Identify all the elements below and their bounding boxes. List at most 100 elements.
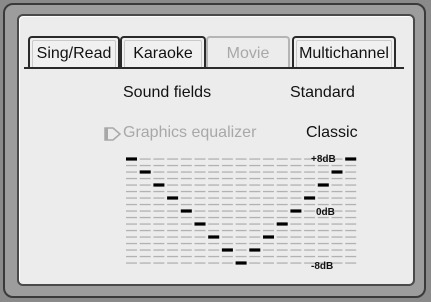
- eq-grid-segment: [263, 229, 274, 232]
- eq-band-level-marker[interactable]: [180, 209, 192, 213]
- eq-grid-segment: [276, 203, 288, 206]
- eq-grid-segment: [235, 242, 247, 245]
- eq-grid-segment: [126, 210, 137, 212]
- eq-grid-segment: [221, 223, 233, 225]
- eq-band-level-marker[interactable]: [194, 222, 206, 226]
- eq-grid-segment: [317, 223, 329, 225]
- eq-grid-segment: [194, 255, 206, 258]
- tab-karaoke[interactable]: Karaoke: [120, 36, 206, 69]
- eq-grid-segment: [345, 255, 357, 258]
- eq-grid-segment: [276, 197, 288, 199]
- eq-grid-segment: [167, 171, 179, 173]
- tab-movie[interactable]: Movie: [206, 36, 290, 69]
- eq-grid-segment: [317, 171, 329, 173]
- eq-grid-segment: [263, 249, 274, 251]
- eq-grid-segment: [317, 236, 329, 238]
- eq-band-level-marker[interactable]: [235, 261, 247, 265]
- eq-band-level-marker[interactable]: [331, 170, 343, 174]
- tab-label: Karaoke: [133, 44, 193, 62]
- eq-grid-segment: [208, 223, 220, 225]
- eq-band-level-marker[interactable]: [304, 196, 316, 200]
- eq-grid-segment: [139, 184, 151, 186]
- eq-grid-segment: [235, 164, 247, 167]
- eq-grid-segment: [126, 171, 137, 173]
- eq-grid-segment: [290, 242, 302, 245]
- eq-grid-segment: [249, 171, 261, 173]
- eq-grid-segment: [345, 236, 357, 238]
- eq-band-level-marker[interactable]: [276, 222, 288, 226]
- eq-grid-segment: [235, 216, 247, 219]
- eq-grid-segment: [263, 216, 274, 219]
- eq-grid-segment: [304, 203, 316, 206]
- eq-band-level-marker[interactable]: [126, 157, 137, 161]
- tab-sing-read[interactable]: Sing/Read: [28, 36, 120, 69]
- eq-grid-segment: [331, 164, 343, 167]
- eq-grid-segment: [276, 216, 288, 219]
- eq-grid-segment: [290, 158, 302, 160]
- eq-grid-segment: [345, 177, 357, 180]
- eq-grid-segment: [139, 255, 151, 258]
- eq-grid-segment: [249, 190, 261, 193]
- tab-multichannel[interactable]: Multichannel: [292, 36, 396, 69]
- eq-grid-segment: [304, 255, 316, 258]
- eq-band-level-marker[interactable]: [221, 248, 233, 252]
- eq-grid-segment: [290, 171, 302, 173]
- eq-band-level-marker[interactable]: [153, 183, 165, 187]
- eq-grid-segment: [331, 190, 343, 193]
- eq-band-level-marker[interactable]: [167, 196, 179, 200]
- eq-grid-segment: [263, 203, 274, 206]
- eq-grid-segment: [290, 190, 302, 193]
- eq-grid-segment: [208, 164, 220, 167]
- eq-grid-segment: [304, 242, 316, 245]
- eq-grid-segment: [304, 190, 316, 193]
- settings-panel: Sound fields Standard Graphics equalizer…: [24, 67, 404, 281]
- eq-grid-segment: [263, 223, 274, 225]
- eq-grid-segment: [221, 171, 233, 173]
- eq-grid-segment: [139, 177, 151, 180]
- eq-grid-segment: [263, 158, 274, 160]
- eq-grid-segment: [194, 229, 206, 232]
- eq-band-level-marker[interactable]: [249, 248, 261, 252]
- eq-grid-segment: [153, 190, 165, 193]
- eq-grid-segment: [331, 177, 343, 180]
- eq-grid-segment: [167, 216, 179, 219]
- eq-grid-segment: [249, 236, 261, 238]
- eq-grid-segment: [235, 255, 247, 258]
- equalizer-graph: +8dB 0dB -8dB: [126, 154, 357, 272]
- eq-grid-segment: [208, 262, 220, 264]
- eq-grid-segment: [180, 223, 192, 225]
- eq-grid-segment: [180, 190, 192, 193]
- eq-grid-segment: [345, 262, 357, 264]
- eq-grid-segment: [194, 171, 206, 173]
- eq-grid-segment: [345, 210, 357, 212]
- eq-band-level-marker[interactable]: [139, 170, 151, 174]
- eq-grid-segment: [290, 249, 302, 251]
- eq-grid-segment: [290, 164, 302, 167]
- eq-grid-segment: [126, 184, 137, 186]
- eq-grid-segment: [331, 255, 343, 258]
- eq-grid-segment: [208, 190, 220, 193]
- eq-grid-segment: [180, 236, 192, 238]
- eq-grid-segment: [221, 229, 233, 232]
- eq-grid-segment: [153, 229, 165, 232]
- eq-grid-segment: [153, 262, 165, 264]
- eq-grid-segment: [153, 223, 165, 225]
- eq-grid-segment: [263, 171, 274, 173]
- eq-grid-segment: [167, 164, 179, 167]
- eq-grid-segment: [194, 197, 206, 199]
- eq-grid-segment: [249, 210, 261, 212]
- eq-grid-segment: [221, 210, 233, 212]
- eq-band-level-marker[interactable]: [317, 183, 329, 187]
- eq-grid-segment: [153, 197, 165, 199]
- scale-mid-label: 0dB: [316, 207, 335, 218]
- eq-band-level-marker[interactable]: [345, 157, 357, 161]
- eq-band-level-marker[interactable]: [263, 235, 274, 239]
- eq-grid-segment: [208, 249, 220, 251]
- eq-grid-segment: [345, 197, 357, 199]
- eq-grid-segment: [304, 229, 316, 232]
- eq-grid-segment: [331, 242, 343, 245]
- eq-band-level-marker[interactable]: [290, 209, 302, 213]
- eq-band-level-marker[interactable]: [208, 235, 220, 239]
- eq-grid-segment: [126, 229, 137, 232]
- eq-grid-segment: [194, 216, 206, 219]
